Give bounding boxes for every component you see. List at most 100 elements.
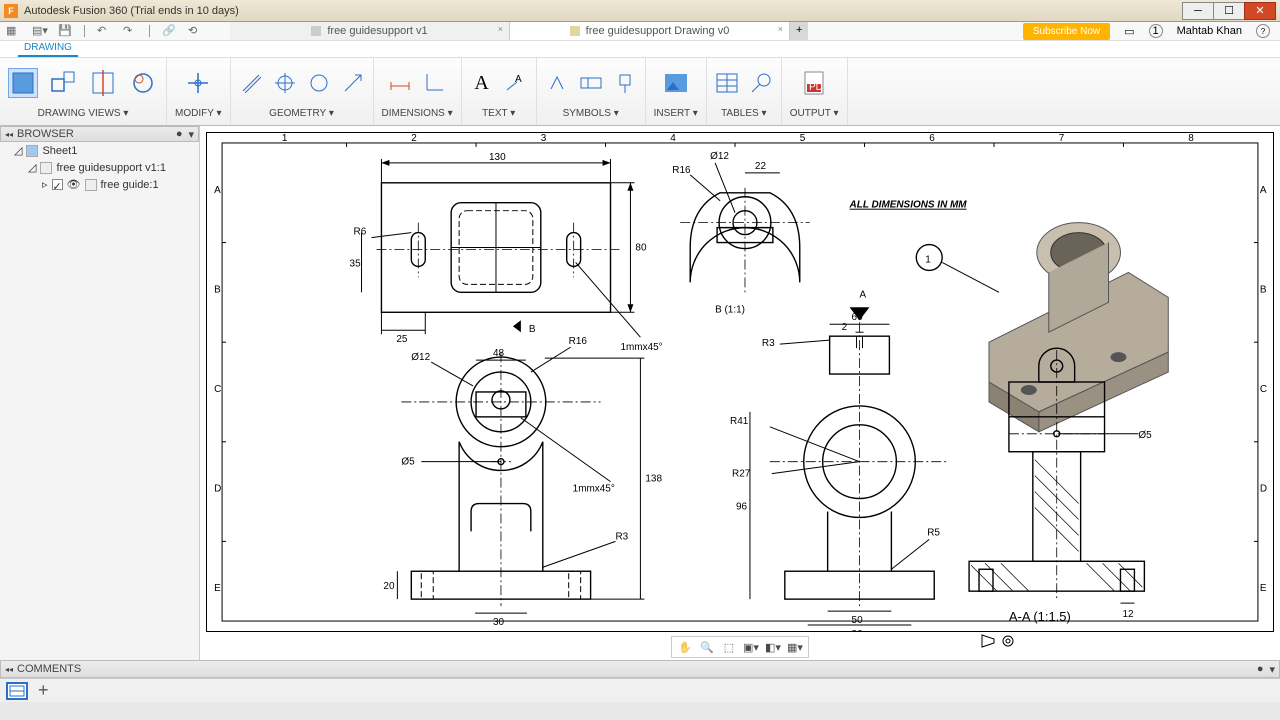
help-icon[interactable]: ? [1256, 24, 1270, 38]
file-menu-icon[interactable]: ▤▾ [32, 24, 46, 38]
ribbon-group-label[interactable]: OUTPUT ▾ [790, 104, 839, 119]
svg-text:1mmx45°: 1mmx45° [573, 484, 615, 495]
svg-text:D: D [214, 484, 221, 495]
extensions-icon[interactable]: ▭ [1124, 25, 1134, 38]
maximize-button[interactable]: ☐ [1213, 2, 1245, 20]
svg-text:50: 50 [852, 615, 864, 626]
projection-symbol [980, 633, 1020, 652]
ribbon-group-label[interactable]: DIMENSIONS ▾ [382, 104, 453, 119]
section-view-icon[interactable] [88, 68, 118, 98]
display-icon[interactable]: ◧▾ [764, 639, 782, 655]
ribbon-group-label[interactable]: TEXT ▾ [482, 104, 515, 119]
svg-text:PDF: PDF [809, 82, 826, 93]
panel-close-icon[interactable]: ▾ [188, 128, 194, 141]
browser-panel: ◂◂BROWSER●▾ ◿Sheet1 ◿free guidesupport v… [0, 126, 200, 660]
svg-text:R16: R16 [672, 165, 691, 176]
base-view-icon[interactable] [8, 68, 38, 98]
user-name[interactable]: Mahtab Khan [1177, 25, 1242, 37]
redo-icon[interactable]: ↷ [123, 24, 137, 38]
drawing-sheet: 1 2 3 4 5 6 7 8 AA BB CC DD EE [206, 132, 1274, 632]
balloon-icon[interactable] [749, 71, 773, 95]
text-icon[interactable]: A [470, 71, 494, 95]
panel-settings-icon[interactable]: ● [176, 128, 183, 140]
subscribe-button[interactable]: Subscribe Now [1023, 23, 1110, 40]
svg-text:2: 2 [842, 322, 848, 333]
save-icon[interactable]: 💾 [58, 24, 72, 38]
grid-icon[interactable]: ▦▾ [786, 639, 804, 655]
comments-panel-header[interactable]: ◂◂COMMENTS●▾ [0, 660, 1280, 678]
browser-header[interactable]: ◂◂BROWSER●▾ [0, 126, 199, 142]
new-tab-button[interactable]: + [790, 22, 808, 40]
svg-text:20: 20 [383, 581, 395, 592]
centerline-icon[interactable] [239, 71, 263, 95]
ribbon-group-label[interactable]: GEOMETRY ▾ [269, 104, 334, 119]
drawing-svg: 1 2 3 4 5 6 7 8 AA BB CC DD EE [207, 133, 1273, 631]
app-icon: F [4, 4, 18, 18]
add-sheet-button[interactable]: + [38, 680, 49, 701]
move-icon[interactable] [183, 68, 213, 98]
svg-text:C: C [1260, 384, 1267, 395]
projected-view-icon[interactable] [48, 68, 78, 98]
link-icon[interactable]: 🔗 [162, 24, 176, 38]
workspace-tab-drawing[interactable]: DRAWING [18, 40, 78, 57]
zoom-window-icon[interactable]: ⬚ [720, 639, 738, 655]
ribbon-group-label[interactable]: SYMBOLS ▾ [563, 104, 619, 119]
svg-text:E: E [214, 583, 221, 594]
svg-text:35: 35 [350, 258, 362, 269]
edge-ext-icon[interactable] [307, 71, 331, 95]
svg-text:1: 1 [282, 133, 288, 144]
svg-text:7: 7 [1059, 133, 1065, 144]
refresh-icon[interactable]: ⟲ [188, 24, 202, 38]
pdf-output-icon[interactable]: PDF [799, 68, 829, 98]
close-tab-icon[interactable]: × [498, 24, 503, 34]
balloon-1: 1 [916, 245, 999, 293]
ribbon-group-label[interactable]: INSERT ▾ [654, 104, 698, 119]
svg-text:R3: R3 [762, 338, 775, 349]
notifications-icon[interactable]: 1 [1149, 24, 1163, 38]
svg-text:B: B [214, 284, 221, 295]
visibility-icon[interactable]: 👁 [67, 178, 81, 191]
ribbon-group-label[interactable]: DRAWING VIEWS ▾ [38, 104, 129, 119]
arrow-icon[interactable] [341, 71, 365, 95]
svg-text:5: 5 [800, 133, 806, 144]
ribbon-group-label[interactable]: MODIFY ▾ [175, 104, 222, 119]
document-tab-1[interactable]: free guidesupport v1 × [230, 22, 510, 40]
table-icon[interactable] [715, 71, 739, 95]
datum-icon[interactable] [613, 71, 637, 95]
detail-view-b: B (1:1) Ø12 R16 22 [672, 151, 809, 315]
svg-text:25: 25 [396, 334, 408, 345]
zoom-icon[interactable]: 🔍 [698, 639, 716, 655]
svg-text:R3: R3 [616, 531, 629, 542]
tree-node-sheet[interactable]: ◿Sheet1 [0, 142, 199, 159]
drawing-canvas[interactable]: 1 2 3 4 5 6 7 8 AA BB CC DD EE [200, 126, 1280, 660]
window-title: Autodesk Fusion 360 (Trial ends in 10 da… [24, 5, 1183, 17]
document-tab-2[interactable]: free guidesupport Drawing v0 × [510, 22, 790, 40]
tree-node-body[interactable]: ▹✓👁free guide:1 [0, 176, 199, 193]
svg-text:ALL DIMENSIONS IN MM: ALL DIMENSIONS IN MM [849, 200, 968, 211]
gdnt-icon[interactable] [579, 71, 603, 95]
svg-text:R27: R27 [732, 469, 751, 480]
svg-text:8: 8 [1188, 133, 1194, 144]
minimize-button[interactable]: ─ [1182, 2, 1214, 20]
svg-text:138: 138 [645, 474, 662, 485]
dimension-icon[interactable] [388, 71, 412, 95]
fit-icon[interactable]: ▣▾ [742, 639, 760, 655]
close-tab-icon[interactable]: × [778, 24, 783, 34]
image-insert-icon[interactable] [661, 68, 691, 98]
sheet-thumbnail[interactable] [6, 682, 28, 700]
surface-icon[interactable] [545, 71, 569, 95]
undo-icon[interactable]: ↶ [97, 24, 111, 38]
svg-text:80: 80 [635, 243, 647, 254]
grid-menu-icon[interactable]: ▦ [6, 24, 20, 38]
pan-icon[interactable]: ✋ [676, 639, 694, 655]
ribbon-group-label[interactable]: TABLES ▾ [721, 104, 766, 119]
document-tab-1-label: free guidesupport v1 [327, 25, 427, 37]
close-button[interactable]: ✕ [1244, 2, 1276, 20]
leader-text-icon[interactable]: A [504, 71, 528, 95]
tree-node-component[interactable]: ◿free guidesupport v1:1 [0, 159, 199, 176]
sheet-bar: + [0, 678, 1280, 702]
view-toolbar: ✋ 🔍 ⬚ ▣▾ ◧▾ ▦▾ [671, 636, 809, 658]
detail-view-icon[interactable] [128, 68, 158, 98]
ordinate-icon[interactable] [422, 71, 446, 95]
centermark-icon[interactable] [273, 71, 297, 95]
